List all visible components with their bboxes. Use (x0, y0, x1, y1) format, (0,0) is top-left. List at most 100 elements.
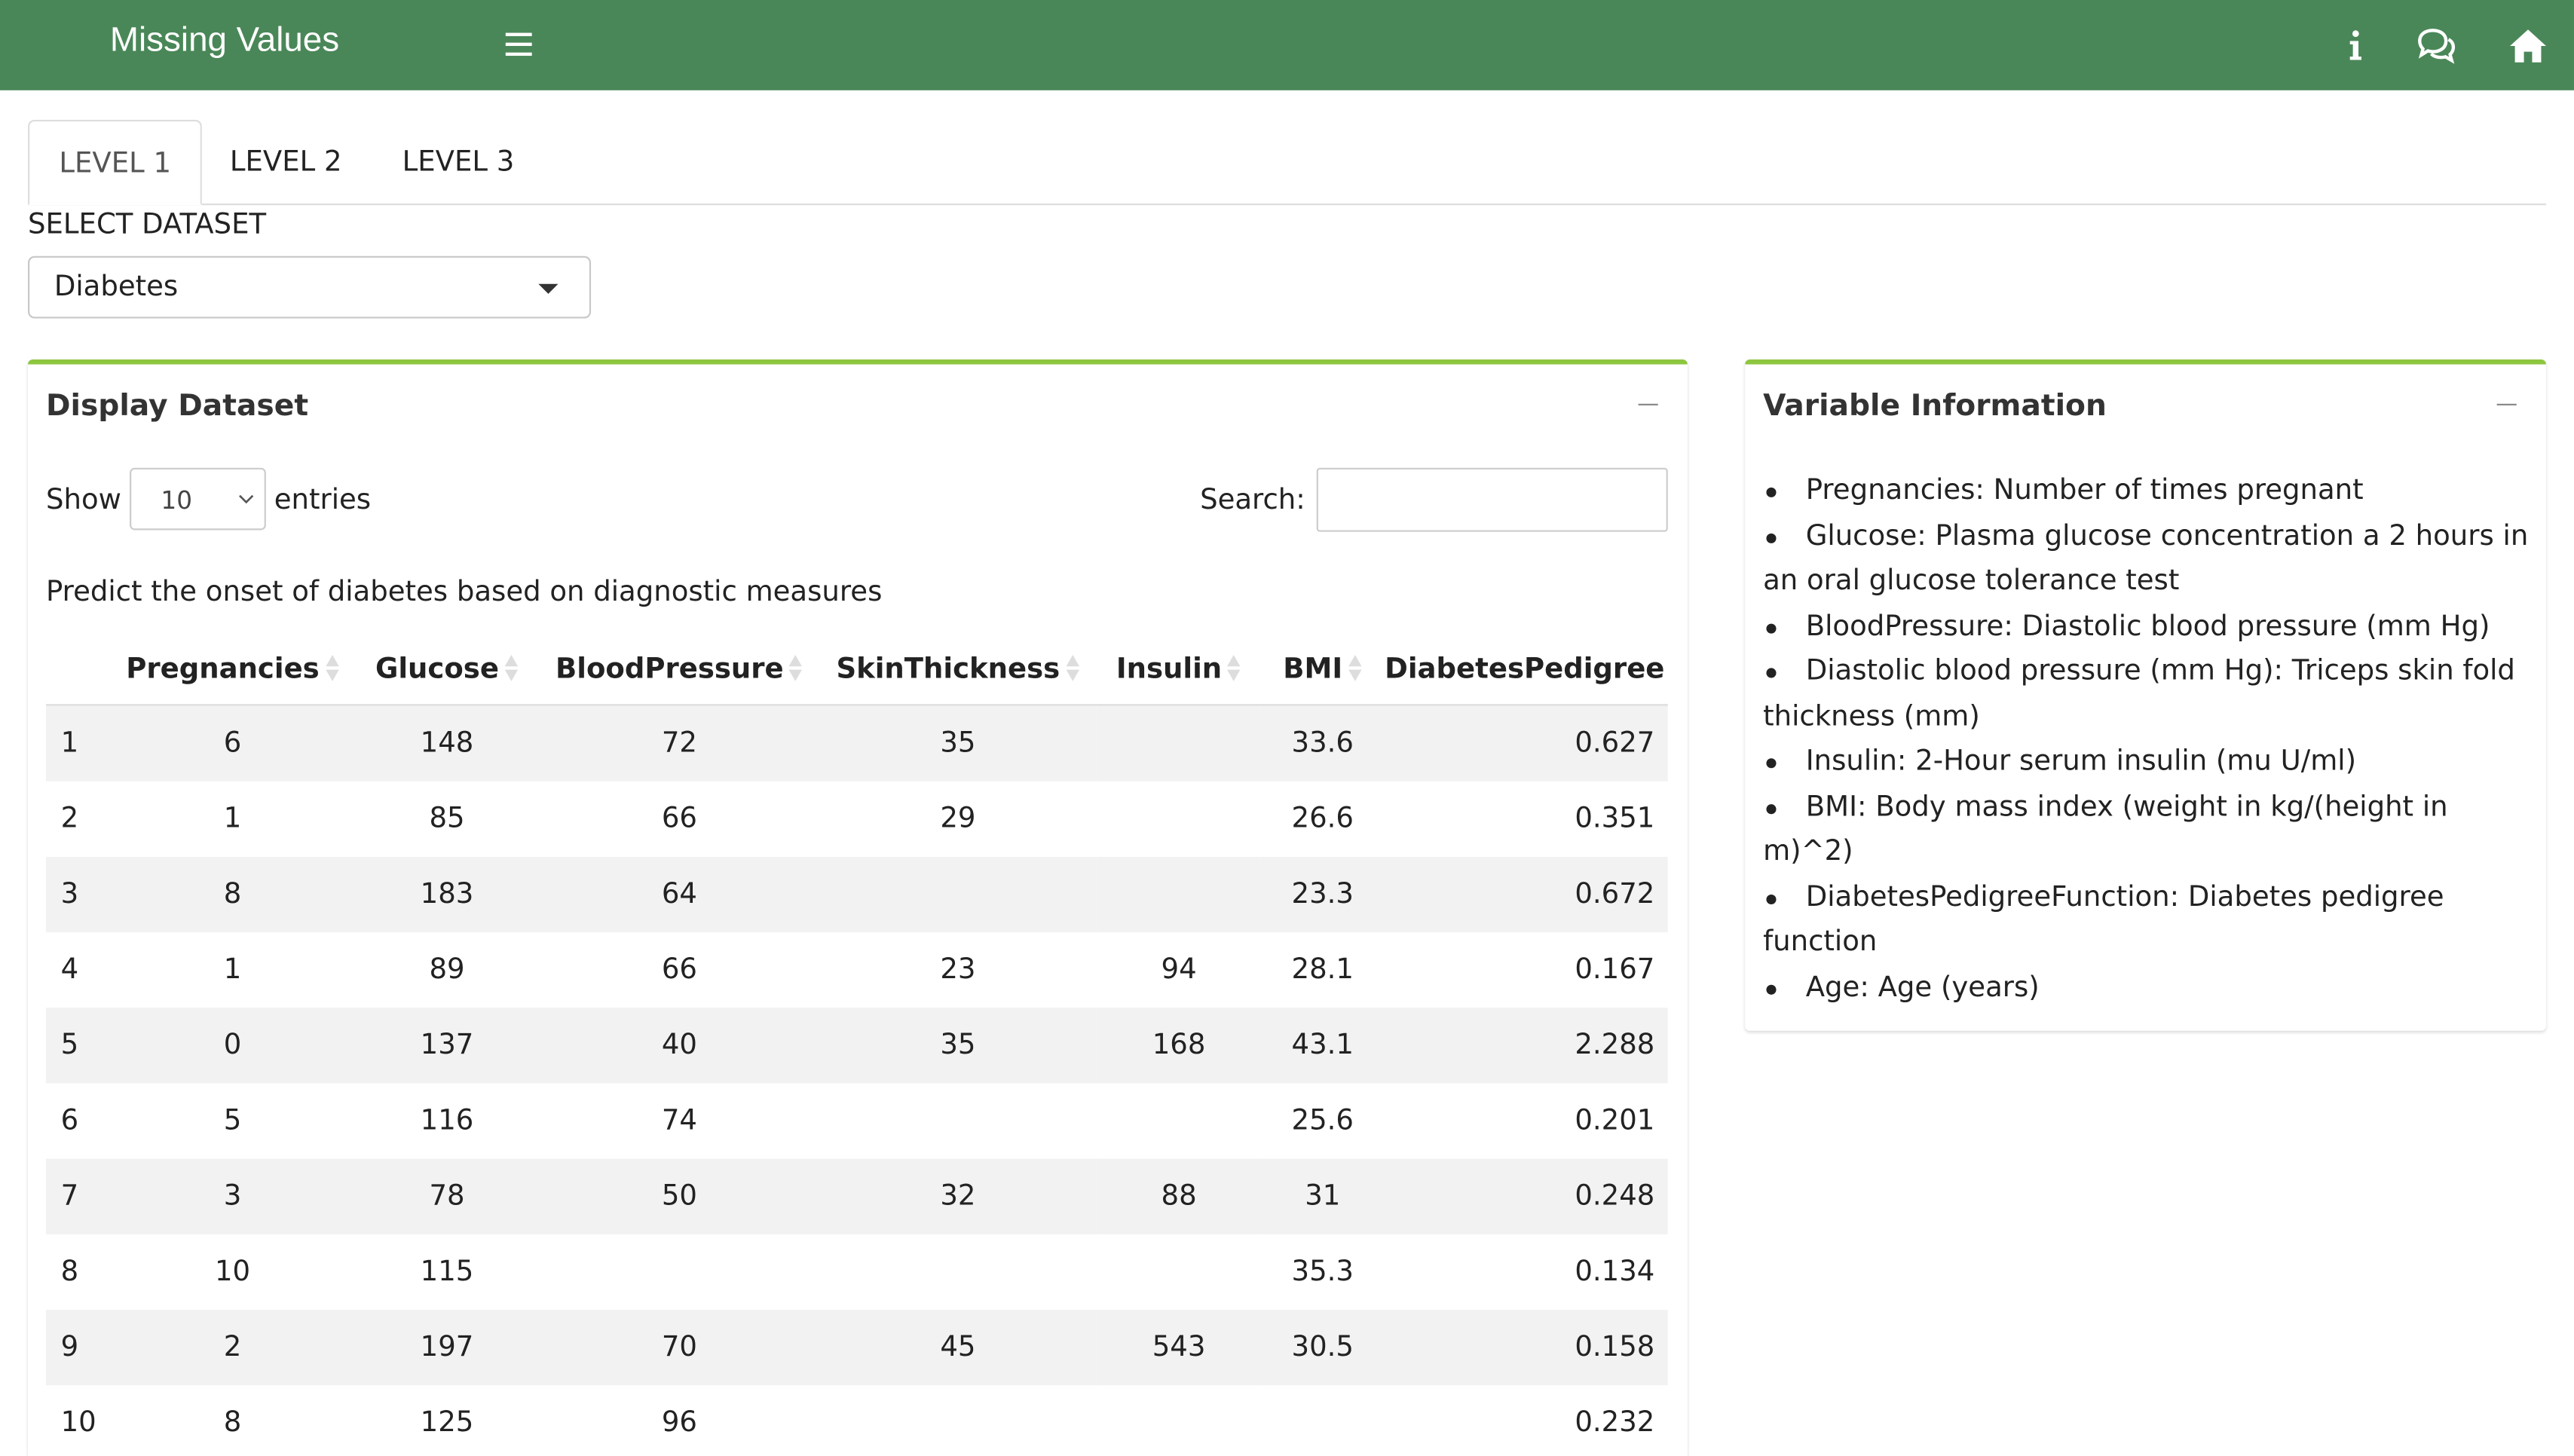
table-cell (1097, 1385, 1261, 1456)
table-row[interactable]: 6 5 116 74 25.6 0.201 (46, 1083, 1668, 1158)
table-cell: 66 (661, 953, 698, 986)
minimize-icon[interactable] (1638, 403, 1658, 405)
table-cell: 10 (60, 1406, 96, 1440)
table-cell (1097, 1083, 1261, 1158)
table-cell: 137 (354, 1008, 540, 1084)
table-cell (1261, 1385, 1385, 1456)
table-cell: 7 (45, 1158, 112, 1234)
minimize-icon[interactable] (2496, 403, 2517, 405)
table-row[interactable]: 4 1 89 66 23 94 28.1 0.167 (46, 932, 1668, 1008)
table-cell (819, 1234, 1097, 1310)
variable-item: Insulin: 2-Hour serum insulin (mu U/ml) (1763, 740, 2535, 785)
bullet-icon (1766, 758, 1777, 769)
table-row[interactable]: 8 10 115 35.3 0.134 (46, 1234, 1668, 1310)
bullet-icon (1766, 983, 1777, 994)
table-cell: 28.1 (1291, 953, 1354, 986)
variable-item: Diastolic blood pressure (mm Hg): Tricep… (1763, 654, 2515, 733)
table-cell: 0.672 (1385, 856, 1668, 933)
column-header-bmi[interactable]: BMI (1260, 633, 1385, 706)
column-header-bloodpressure[interactable]: BloodPressure (540, 633, 819, 706)
app-root: Missing Values LEVEL 1 LEVEL 2 LEVEL 3 S… (0, 0, 2574, 1456)
tab-level-1[interactable]: LEVEL 1 (28, 119, 203, 206)
table-row[interactable]: 5 0 137 40 35 168 43.1 2.288 (45, 1008, 1668, 1084)
table-cell: 0.158 (1385, 1309, 1668, 1386)
column-header-diabetespedigree[interactable]: DiabetesPedigree (1385, 633, 1668, 706)
table-row[interactable]: 9 2 197 70 45 543 30.5 0.158 (45, 1309, 1668, 1386)
column-header-skinthickness[interactable]: SkinThickness (819, 633, 1097, 706)
column-header-insulin[interactable]: Insulin (1097, 633, 1261, 706)
column-header-glucose[interactable]: Glucose (354, 633, 540, 706)
table-row[interactable]: 10 8 125 96 0.232 (46, 1385, 1668, 1456)
table-caption: Predict the onset of diabetes based on d… (45, 576, 883, 610)
dataset-select-label: SELECT DATASET (28, 208, 267, 242)
home-icon[interactable] (2507, 25, 2550, 68)
table-cell: 0.627 (1385, 705, 1668, 782)
table-body: 1 6 148 72 35 33.6 0.627 2 1 85 66 29 26 (45, 705, 1668, 1456)
table-row[interactable]: 1 6 148 72 35 33.6 0.627 (45, 705, 1668, 782)
table-cell: 43.1 (1260, 1008, 1385, 1084)
table-cell: 32 (819, 1158, 1097, 1234)
table-cell: 23.3 (1260, 856, 1385, 933)
table-cell: 8 (223, 1406, 242, 1440)
table-cell: 148 (354, 705, 540, 782)
table-cell: 0.134 (1575, 1256, 1655, 1289)
chat-icon[interactable] (2415, 25, 2458, 68)
bullet-icon (1766, 532, 1777, 543)
table-cell: 33.6 (1260, 705, 1385, 782)
display-dataset-panel: Display Dataset Show 10 entries Search: … (28, 359, 1688, 1456)
bullet-icon (1766, 803, 1777, 814)
variable-item: BMI: Body mass index (weight in kg/(heig… (1763, 790, 2448, 869)
table-cell: 0.248 (1385, 1158, 1668, 1234)
info-icon[interactable] (2334, 25, 2377, 68)
table-row[interactable]: 3 8 183 64 23.3 0.672 (45, 856, 1668, 933)
level-tabs: LEVEL 1 LEVEL 2 LEVEL 3 (28, 119, 2546, 206)
variable-information-title: Variable Information (1763, 389, 2107, 424)
table-cell: 94 (1161, 953, 1197, 986)
table-cell: 197 (354, 1309, 540, 1386)
table-cell: 0 (111, 1008, 354, 1084)
table-cell (819, 1083, 1097, 1158)
sort-icon (1227, 653, 1241, 681)
table-cell: 25.6 (1291, 1104, 1354, 1138)
bullet-icon (1766, 622, 1777, 633)
tab-level-3[interactable]: LEVEL 3 (372, 120, 543, 203)
top-navbar: Missing Values (0, 0, 2574, 90)
table-cell: 40 (540, 1008, 819, 1084)
table-cell: 2 (60, 803, 79, 836)
page-length-select[interactable]: 10 (130, 467, 266, 531)
table-cell: 35.3 (1291, 1256, 1354, 1289)
table-cell (1097, 1234, 1261, 1310)
table-cell: 23 (940, 953, 976, 986)
table-cell: 6 (60, 1104, 79, 1138)
table-row[interactable]: 7 3 78 50 32 88 31 0.248 (45, 1158, 1668, 1234)
search-input[interactable] (1316, 467, 1668, 532)
table-cell: 66 (661, 803, 698, 836)
table-cell: 5 (45, 1008, 112, 1084)
table-cell (1097, 856, 1261, 933)
dataset-table: Pregnancies Glucose BloodPressure SkinTh… (45, 633, 1668, 1456)
table-cell: 543 (1097, 1309, 1261, 1386)
bullet-icon (1766, 487, 1777, 497)
bullet-icon (1766, 893, 1777, 904)
menu-icon[interactable] (500, 26, 537, 63)
column-header-pregnancies[interactable]: Pregnancies (111, 633, 354, 706)
tab-level-2[interactable]: LEVEL 2 (200, 120, 372, 203)
table-cell (819, 856, 1097, 933)
table-cell: 30.5 (1260, 1309, 1385, 1386)
dataset-select[interactable]: Diabetes (28, 255, 592, 319)
table-header-row: Pregnancies Glucose BloodPressure SkinTh… (45, 633, 1668, 706)
sort-icon (325, 653, 338, 681)
table-cell: 116 (420, 1104, 474, 1138)
table-cell: 5 (223, 1104, 242, 1138)
table-row[interactable]: 2 1 85 66 29 26.6 0.351 (46, 782, 1668, 857)
table-cell: 2.288 (1385, 1008, 1668, 1084)
table-cell: 0.167 (1575, 953, 1655, 986)
table-cell: 8 (111, 856, 354, 933)
table-cell: 88 (1097, 1158, 1261, 1234)
table-cell: 183 (354, 856, 540, 933)
table-cell: 35 (819, 705, 1097, 782)
table-cell: 96 (661, 1406, 698, 1440)
table-cell: 8 (60, 1256, 79, 1289)
variable-item: DiabetesPedigreeFunction: Diabetes pedig… (1763, 880, 2444, 959)
sort-icon (789, 653, 803, 681)
